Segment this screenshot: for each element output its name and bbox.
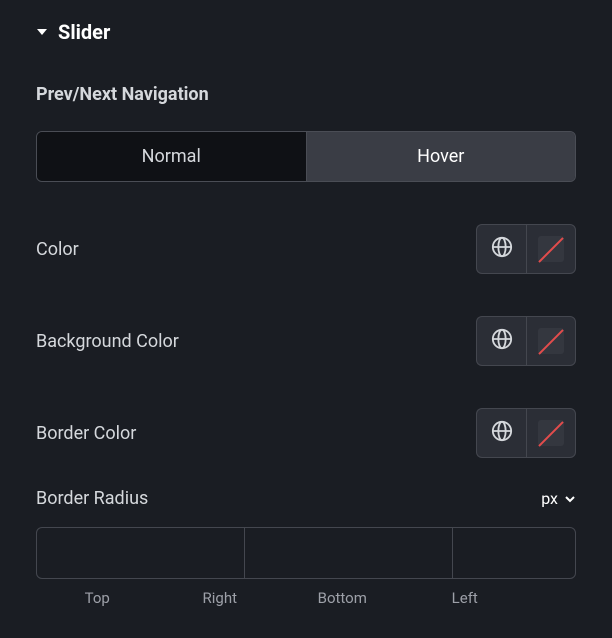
spacer bbox=[526, 589, 576, 607]
globe-icon bbox=[491, 420, 513, 446]
color-swatch-button[interactable] bbox=[526, 224, 576, 274]
border-color-swatch-button[interactable] bbox=[526, 408, 576, 458]
label-right: Right bbox=[159, 589, 282, 607]
background-color-global-button[interactable] bbox=[476, 316, 526, 366]
tab-normal[interactable]: Normal bbox=[37, 132, 306, 181]
background-color-label: Background Color bbox=[36, 331, 179, 352]
border-radius-unit-select[interactable]: px bbox=[541, 489, 576, 508]
globe-icon bbox=[491, 328, 513, 354]
border-color-label: Border Color bbox=[36, 423, 136, 444]
tab-hover[interactable]: Hover bbox=[306, 132, 576, 181]
border-radius-inputs bbox=[36, 527, 576, 579]
caret-down-icon bbox=[36, 27, 48, 37]
chevron-down-icon bbox=[564, 493, 576, 505]
border-color-row: Border Color bbox=[36, 408, 576, 458]
color-swatch-none-icon bbox=[538, 328, 564, 354]
color-swatch-none-icon bbox=[538, 420, 564, 446]
border-radius-top-input[interactable] bbox=[37, 528, 245, 578]
border-radius-side-labels: Top Right Bottom Left bbox=[36, 589, 576, 607]
background-color-row: Background Color bbox=[36, 316, 576, 366]
section-title: Slider bbox=[58, 20, 110, 44]
border-radius-bottom-input[interactable] bbox=[453, 528, 576, 578]
background-color-swatch-button[interactable] bbox=[526, 316, 576, 366]
border-color-global-button[interactable] bbox=[476, 408, 526, 458]
color-row: Color bbox=[36, 224, 576, 274]
subheading: Prev/Next Navigation bbox=[36, 84, 576, 105]
border-radius-header: Border Radius px bbox=[36, 488, 576, 509]
label-left: Left bbox=[404, 589, 527, 607]
border-radius-label: Border Radius bbox=[36, 488, 148, 509]
section-header[interactable]: Slider bbox=[36, 20, 576, 44]
color-global-button[interactable] bbox=[476, 224, 526, 274]
state-tabs: Normal Hover bbox=[36, 131, 576, 182]
border-radius-right-input[interactable] bbox=[245, 528, 453, 578]
unit-value: px bbox=[541, 489, 558, 508]
globe-icon bbox=[491, 236, 513, 262]
color-label: Color bbox=[36, 239, 79, 260]
label-bottom: Bottom bbox=[281, 589, 404, 607]
color-swatch-none-icon bbox=[538, 236, 564, 262]
label-top: Top bbox=[36, 589, 159, 607]
